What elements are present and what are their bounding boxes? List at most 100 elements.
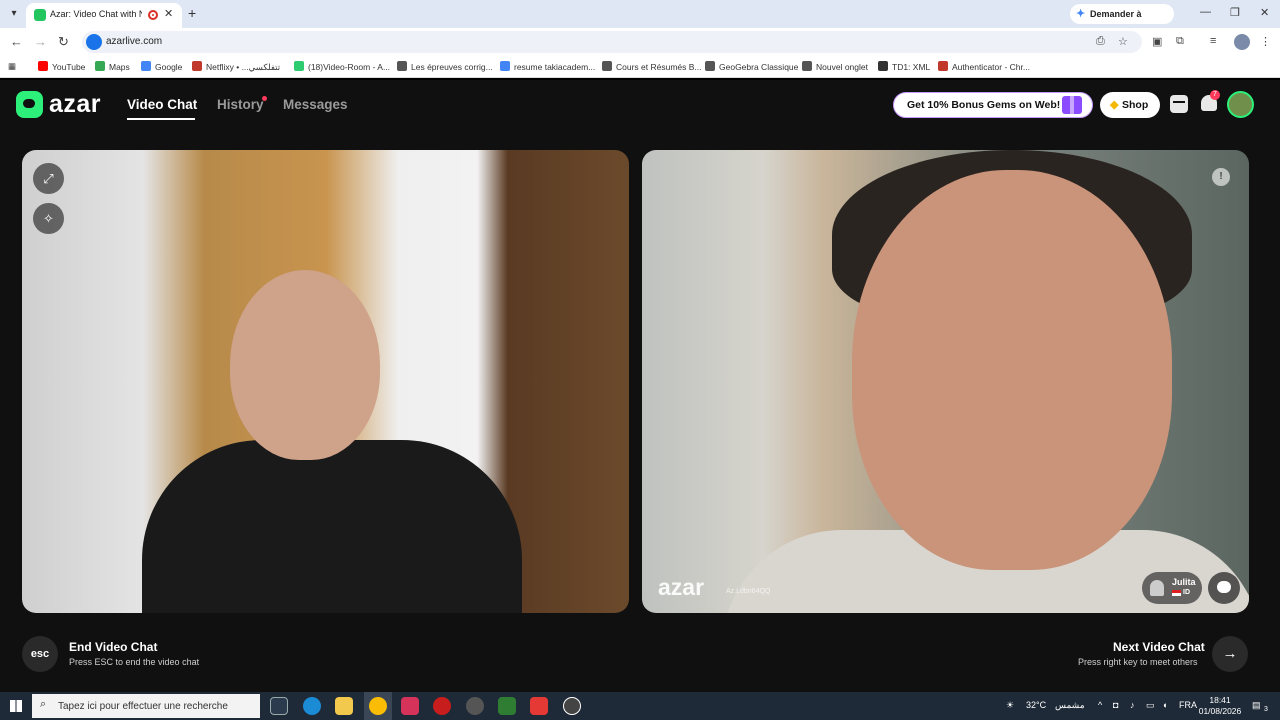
partner-video: ! azar Az.Ldbn64QQ Julita ID — [642, 150, 1249, 613]
media-player-icon[interactable] — [530, 697, 548, 715]
windows-start-icon[interactable] — [10, 700, 22, 712]
nav-history[interactable]: History — [217, 97, 264, 112]
forward-icon[interactable]: → — [34, 34, 47, 49]
bookmark-maps[interactable]: Maps — [95, 61, 130, 72]
url-field[interactable]: azarlive.com ⎙ ☆ — [82, 31, 1142, 53]
apps-grid-icon[interactable]: ▦ — [8, 61, 16, 72]
reload-icon[interactable]: ↻ — [58, 34, 69, 50]
authenticator-icon — [938, 61, 948, 71]
next-arrow-button[interactable]: → — [1212, 636, 1248, 672]
nav-video-chat[interactable]: Video Chat — [127, 97, 197, 112]
magic-wand-icon[interactable]: ✧ — [33, 203, 64, 234]
bookmark-takiacademy[interactable]: resume takiacadem... — [500, 61, 595, 72]
tray-mic-icon[interactable]: ♪ — [1130, 700, 1135, 710]
site-info-icon[interactable] — [86, 34, 102, 50]
url-text: azarlive.com — [106, 36, 163, 47]
bookmark-video-room[interactable]: (18)Video-Room - A... — [294, 61, 390, 72]
weather-temp[interactable]: 32°C — [1026, 700, 1046, 710]
edge-icon[interactable] — [303, 697, 321, 715]
globe-icon — [397, 61, 407, 71]
bookmark-netflix[interactable]: Netflixy • ...تتفلكسي — [192, 61, 280, 73]
browser-tab[interactable]: Azar: Video Chat with New ✕ — [26, 3, 182, 28]
next-chat-subtitle: Press right key to meet others — [1078, 657, 1198, 667]
obs-icon[interactable] — [466, 697, 484, 715]
person-icon — [1150, 580, 1164, 596]
video-player-icon[interactable] — [563, 697, 581, 715]
back-icon[interactable]: ← — [10, 34, 23, 49]
tab-search-icon[interactable]: ▾ — [6, 6, 22, 22]
expand-icon[interactable]: ⤢ — [33, 163, 64, 194]
chrome-icon[interactable] — [369, 697, 387, 715]
install-app-icon[interactable]: ⎙ — [1096, 35, 1105, 48]
minimize-icon[interactable]: — — [1200, 6, 1211, 18]
bookmark-geogebra[interactable]: GeoGebra Classique — [705, 61, 798, 72]
bookmark-star-icon[interactable]: ☆ — [1118, 35, 1128, 48]
globe-icon — [802, 61, 812, 71]
geogebra-icon — [705, 61, 715, 71]
watermark-id: Az.Ldbn64QQ — [726, 588, 771, 595]
extensions-puzzle-icon[interactable]: ⧉ — [1176, 35, 1184, 48]
bookmark-google[interactable]: Google — [141, 61, 182, 72]
media-control-icon[interactable]: ≡ — [1210, 35, 1216, 47]
search-icon: ⌕ — [40, 698, 47, 710]
notification-center-icon[interactable]: ▤ — [1252, 700, 1261, 711]
bookmark-td1-xml[interactable]: TD1: XML — [878, 61, 930, 72]
clock-date: 01/08/2026 — [1198, 706, 1242, 716]
new-tab-button[interactable]: + — [188, 5, 196, 21]
bookmarks-bar: ▦ YouTube Maps Google Netflixy • ...تتفل… — [0, 56, 1280, 78]
vivaldi-icon[interactable] — [401, 697, 419, 715]
partner-name: Julita — [1172, 577, 1196, 587]
user-avatar[interactable] — [1227, 91, 1254, 118]
close-window-icon[interactable]: ✕ — [1260, 6, 1269, 19]
self-person-head — [230, 270, 380, 460]
gift-icon — [1062, 96, 1082, 114]
self-person-body — [142, 440, 522, 613]
notification-center-count: 3 — [1264, 706, 1268, 713]
task-view-icon[interactable] — [270, 697, 288, 715]
partner-country: ID — [1183, 589, 1190, 596]
taskbar-search-field[interactable]: ⌕ Tapez ici pour effectuer une recherche — [32, 694, 260, 718]
next-chat-title[interactable]: Next Video Chat — [1113, 640, 1205, 654]
tray-volume-icon[interactable]: ◖ — [1162, 700, 1167, 710]
netflix-icon — [192, 61, 202, 71]
bookmark-epreuves[interactable]: Les épreuves corrig... — [397, 61, 493, 72]
gemini-icon: ✦ — [1076, 8, 1086, 20]
restore-icon[interactable]: ❐ — [1230, 6, 1240, 19]
shop-button[interactable]: ◆ Shop — [1100, 92, 1160, 118]
windows-taskbar: ⌕ Tapez ici pour effectuer une recherche… — [0, 692, 1280, 720]
azar-logo-icon[interactable] — [16, 91, 43, 118]
history-badge — [262, 96, 267, 101]
azar-logo-text[interactable]: azar — [49, 90, 101, 119]
close-tab-icon[interactable]: ✕ — [164, 7, 173, 20]
profile-avatar[interactable] — [1234, 34, 1250, 50]
bookmark-youtube[interactable]: YouTube — [38, 61, 85, 72]
pycharm-icon[interactable] — [498, 697, 516, 715]
end-chat-title[interactable]: End Video Chat — [69, 640, 157, 654]
esc-key-button[interactable]: esc — [22, 636, 58, 672]
partner-profile-pill[interactable]: Julita ID — [1142, 572, 1202, 604]
app-red-icon[interactable] — [433, 697, 451, 715]
notification-badge: 7 — [1210, 90, 1220, 100]
tab-title: Azar: Video Chat with New — [50, 9, 142, 19]
nav-messages[interactable]: Messages — [283, 97, 348, 112]
bookmark-authenticator[interactable]: Authenticator - Chr... — [938, 61, 1030, 72]
bookmark-cours[interactable]: Cours et Résumés B... — [602, 61, 702, 72]
store-icon[interactable] — [1170, 95, 1188, 113]
chat-bubble-icon[interactable] — [1208, 572, 1240, 604]
globe-icon — [602, 61, 612, 71]
tray-language[interactable]: FRA — [1179, 700, 1197, 710]
file-explorer-icon[interactable] — [335, 697, 353, 715]
tray-network-icon[interactable]: ▭ — [1146, 700, 1155, 711]
video-room-icon — [294, 61, 304, 71]
google-icon — [141, 61, 151, 71]
end-chat-subtitle: Press ESC to end the video chat — [69, 657, 200, 667]
report-button[interactable]: ! — [1212, 168, 1230, 186]
extension-icon[interactable]: ▣ — [1152, 35, 1162, 48]
menu-kebab-icon[interactable]: ⋮ — [1260, 35, 1271, 48]
bookmark-nouvel-onglet[interactable]: Nouvel onglet — [802, 61, 868, 72]
taskbar-clock[interactable]: 18:41 01/08/2026 — [1198, 695, 1242, 717]
gemini-button[interactable]: ✦ Demander à Gemini — [1070, 4, 1174, 39]
tray-camera-icon[interactable]: ◘ — [1113, 700, 1118, 710]
tray-chevron-icon[interactable]: ^ — [1098, 700, 1102, 710]
document-icon — [878, 61, 888, 71]
